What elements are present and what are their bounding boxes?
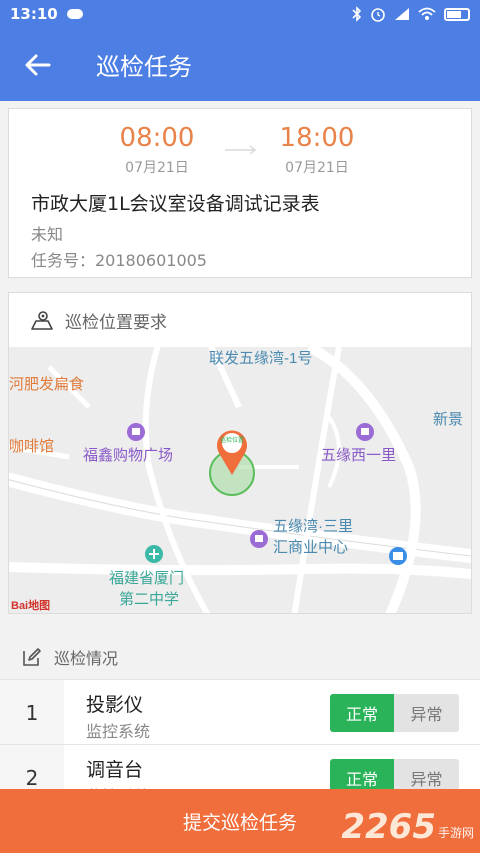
item-name: 投影仪: [86, 694, 144, 716]
task-card: 08:00 07月21日 18:00 07月21日 市政大厦1L会议室设备调试记…: [8, 108, 472, 278]
map-label-9: 福建省厦门: [109, 570, 184, 587]
end-time: 18:00: [279, 123, 355, 153]
task-number: 任务号：20180601005: [31, 251, 207, 270]
bluetooth-icon: [352, 6, 362, 22]
map-canvas: 巡检位置 联发五缘湾-1号 河肥发扁食 新景 咖啡馆 福鑫购物广场 五缘西一里 …: [9, 347, 471, 613]
watermark-text: 手游网: [437, 826, 474, 840]
map-label-7: 五缘湾·三里: [273, 518, 353, 535]
end-block: 18:00 07月21日: [257, 123, 377, 177]
map-view[interactable]: 巡检位置 联发五缘湾-1号 河肥发扁食 新景 咖啡馆 福鑫购物广场 五缘西一里 …: [9, 347, 471, 613]
poi-icon-2: [356, 423, 374, 441]
bus-stop-icon: [389, 547, 407, 565]
map-label-1: 联发五缘湾-1号: [209, 350, 312, 367]
end-date: 07月21日: [285, 160, 349, 176]
start-date: 07月21日: [125, 160, 189, 176]
submit-button[interactable]: 提交巡检任务 2265 手游网: [0, 789, 480, 853]
arrow-right-icon: [225, 145, 257, 155]
wifi-icon: [418, 7, 436, 20]
start-block: 08:00 07月21日: [97, 123, 217, 177]
inspection-header: 巡检情况: [0, 636, 480, 678]
abnormal-button[interactable]: 异常: [394, 694, 459, 732]
poi-icon-3: [250, 530, 268, 548]
map-label-5: 福鑫购物广场: [83, 446, 173, 464]
inspection-row: 1 投影仪 监控系统 正常 异常: [0, 679, 480, 745]
location-header-label: 巡检位置要求: [65, 312, 167, 333]
map-label-2: 河肥发扁食: [9, 376, 84, 393]
item-category: 监控系统: [86, 722, 151, 741]
mall-poi-icon: [127, 423, 145, 441]
map-label-10: 第二中学: [119, 590, 179, 608]
status-toggle: 正常 异常: [330, 694, 459, 732]
back-button[interactable]: [0, 28, 76, 101]
status-time: 13:10: [10, 5, 58, 23]
task-subtitle: 未知: [31, 225, 64, 244]
map-label-6: 五缘西一里: [321, 447, 396, 464]
signal-icon: [395, 8, 409, 20]
status-bar: 13:10: [0, 0, 480, 28]
message-icon: [66, 9, 83, 19]
alarm-icon: [371, 8, 385, 22]
battery-icon: [444, 7, 470, 21]
school-poi-icon: [145, 545, 163, 563]
location-header: 巡检位置要求: [9, 293, 471, 347]
location-card: 巡检位置要求 巡检位置 联发五缘湾-1号 河肥发扁食 新景 咖啡馆 福鑫购物广场…: [8, 292, 472, 614]
edit-icon: [22, 647, 42, 667]
map-label-3: 新景: [433, 411, 463, 428]
app-bar: 巡检任务: [0, 28, 480, 101]
watermark-logo: 2265 手游网: [341, 807, 474, 847]
map-label-8: 汇商业中心: [273, 539, 348, 556]
map-pin-icon: [31, 310, 53, 330]
row-number: 1: [0, 680, 64, 745]
submit-label: 提交巡检任务: [182, 811, 297, 834]
page-title: 巡检任务: [96, 53, 192, 81]
normal-button[interactable]: 正常: [330, 694, 394, 732]
arrow-left-icon: [25, 54, 51, 75]
inspection-header-label: 巡检情况: [54, 649, 119, 668]
baidu-map-logo: Bai地图: [11, 598, 50, 612]
watermark-number: 2265: [341, 807, 436, 847]
start-time: 08:00: [119, 123, 195, 153]
item-name: 调音台: [86, 759, 144, 781]
task-title: 市政大厦1L会议室设备调试记录表: [31, 193, 320, 215]
map-label-4: 咖啡馆: [9, 438, 54, 455]
marker-label: 巡检位置: [220, 436, 244, 444]
